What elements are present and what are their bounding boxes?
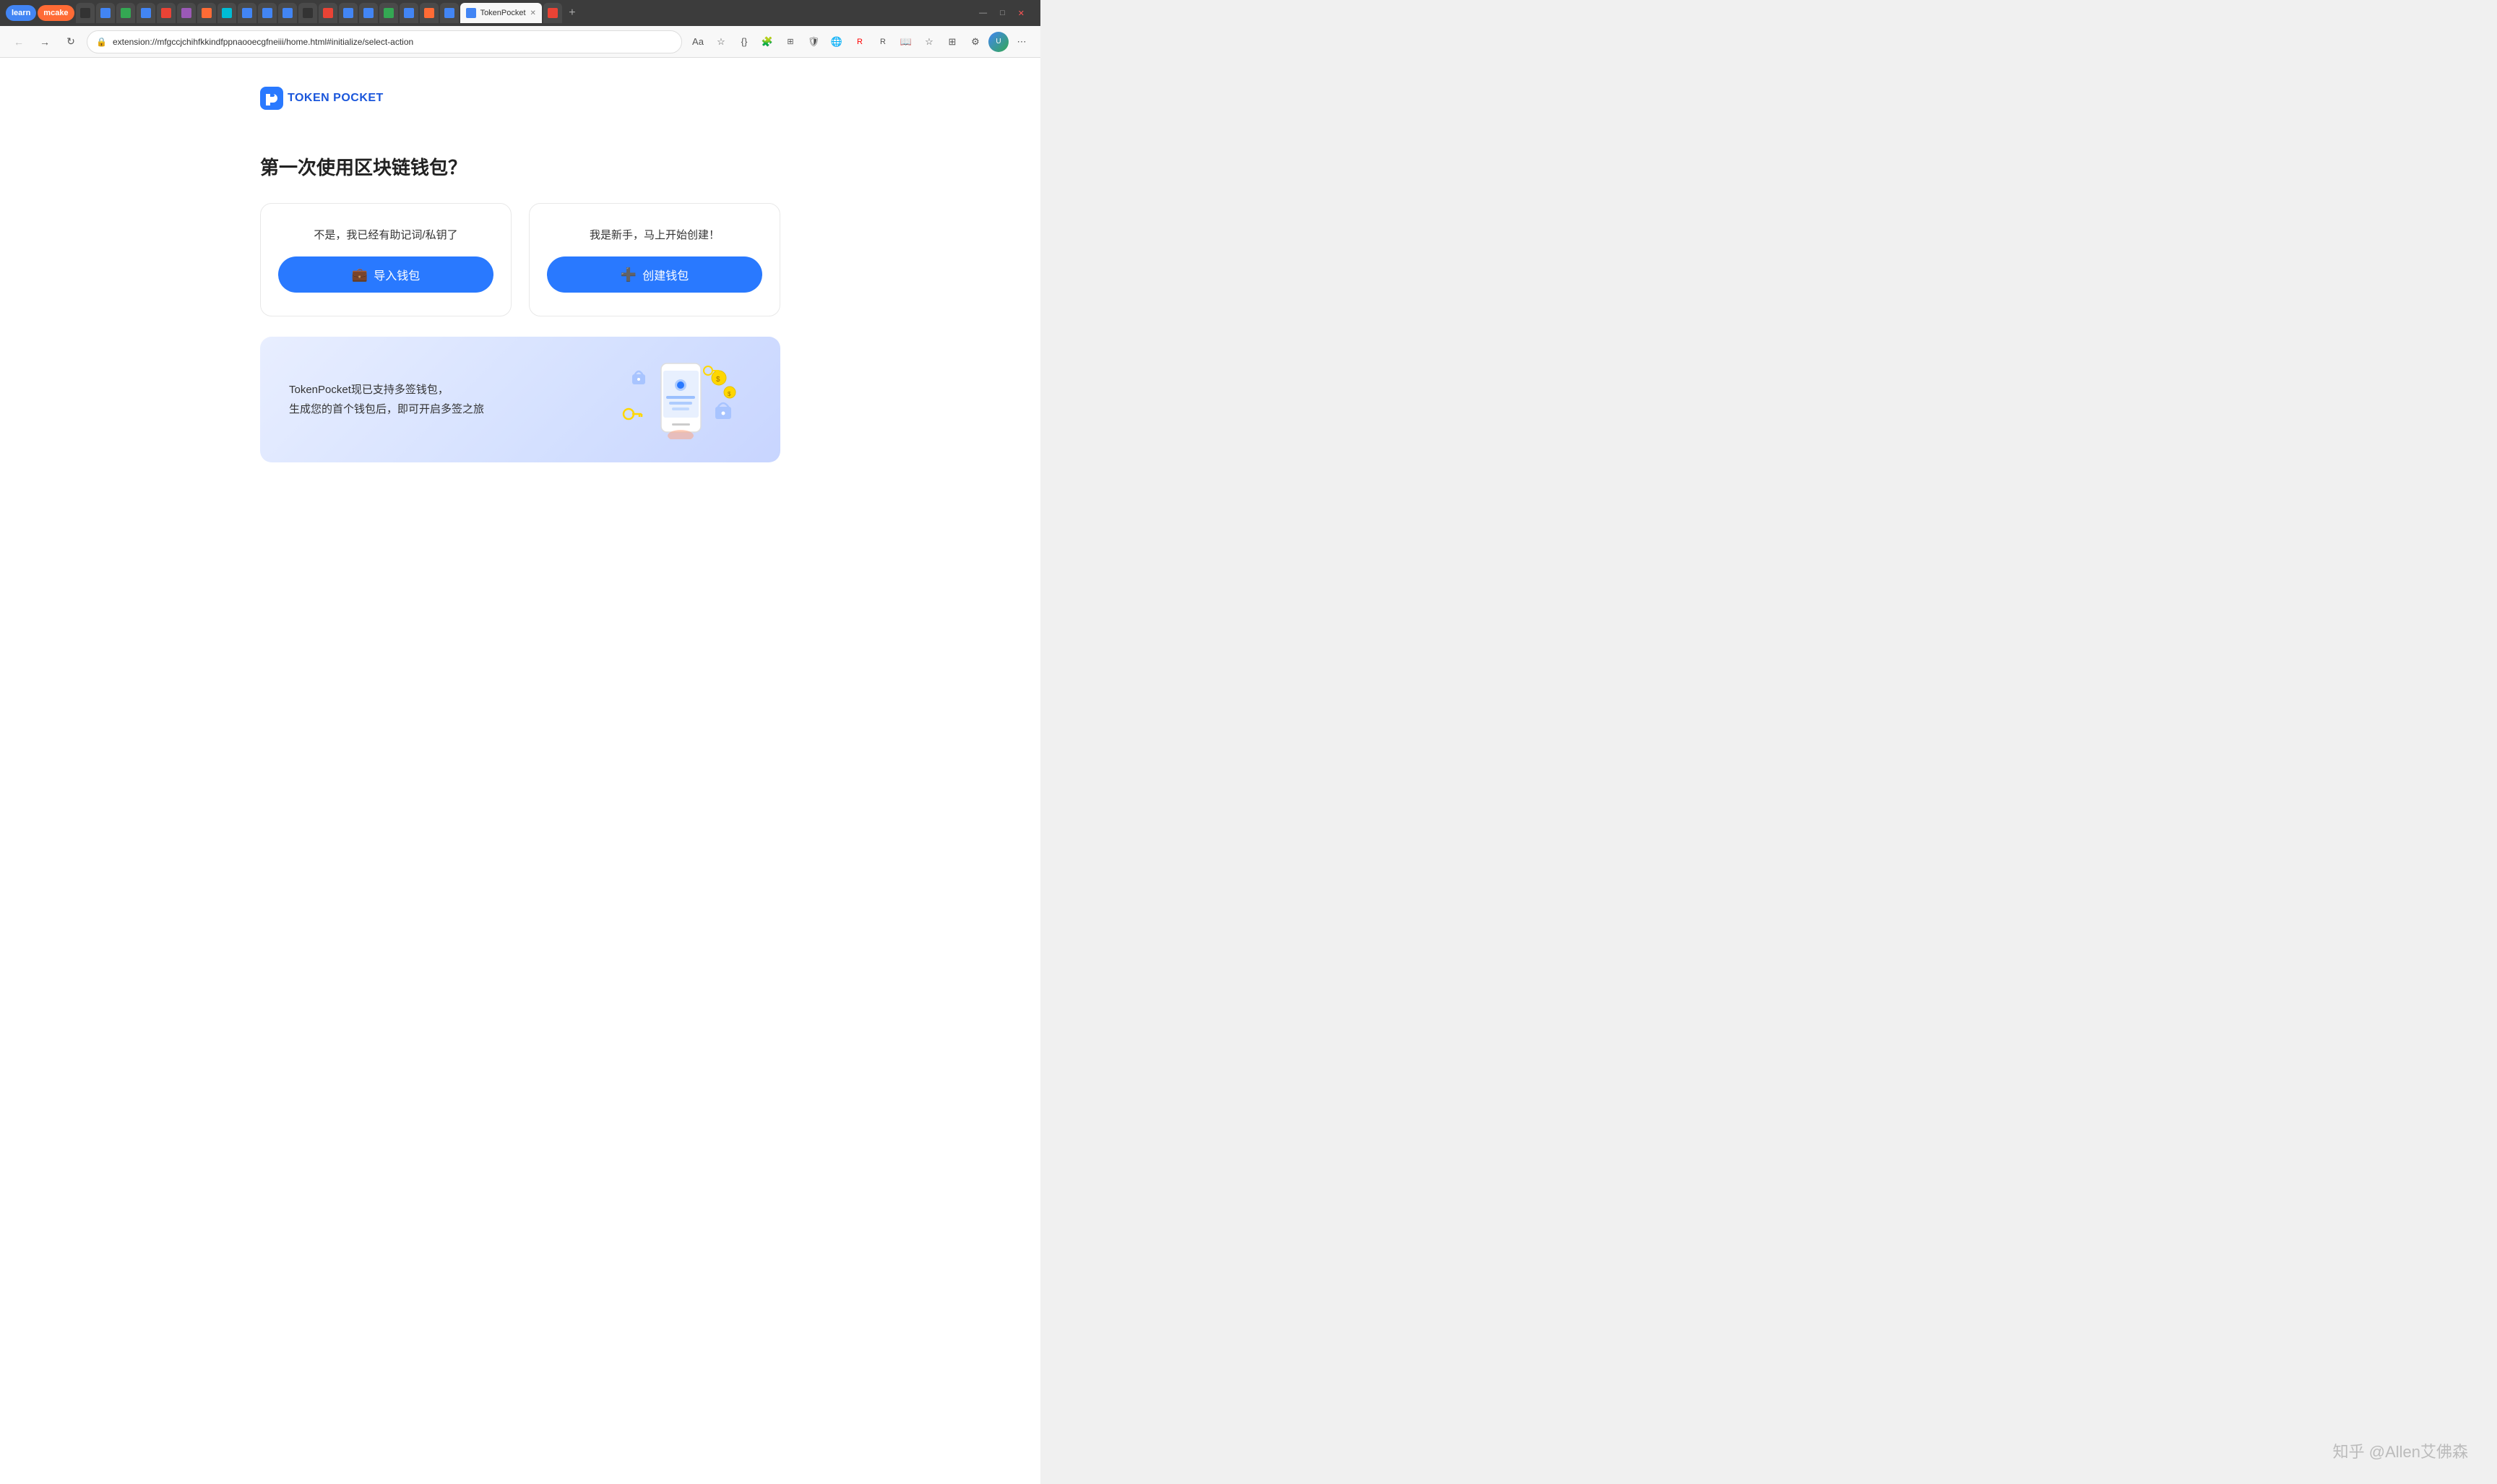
page-content: TOKEN POCKET 第一次使用区块链钱包？ 不是，我已经有助记词/私钥了 … [0, 58, 1040, 1484]
reader-view-button[interactable]: 📖 [896, 32, 916, 52]
create-card-subtitle: 我是新手，马上开始创建！ [590, 227, 720, 242]
tab-close-icon[interactable]: ✕ [530, 9, 536, 17]
window-controls: — □ ✕ [975, 7, 1035, 20]
tab-mcake-label: mcake [43, 9, 68, 17]
import-wallet-button[interactable]: 💼 导入钱包 [278, 256, 493, 293]
extensions-button[interactable]: 🧩 [757, 32, 777, 52]
tab-10[interactable] [238, 3, 256, 23]
ext-red-button[interactable]: R [850, 32, 870, 52]
security-icon: 🔒 [96, 37, 107, 47]
address-text: extension://mfgccjchihfkkindfppnaooecgfn… [113, 37, 673, 47]
favorites-button[interactable]: ☆ [919, 32, 939, 52]
import-wallet-icon: 💼 [352, 267, 368, 282]
banner-illustration: $ $ [607, 360, 751, 439]
tab-19[interactable] [420, 3, 439, 23]
tab-bar: learn mcake TokenPocket ✕ [0, 0, 1040, 26]
tab-tokenpocket-label: TokenPocket [480, 9, 526, 17]
collections-button[interactable]: ⊞ [942, 32, 962, 52]
svg-text:$: $ [716, 376, 720, 384]
tab-6[interactable] [157, 3, 176, 23]
tab-17[interactable] [379, 3, 398, 23]
watermark: 知乎 @Allen艾佛森 [2333, 1439, 2468, 1462]
page-title: 第一次使用区块链钱包？ [260, 153, 780, 180]
tab-learn-label: learn [12, 9, 30, 17]
tab-3[interactable] [96, 3, 115, 23]
tab-tokenpocket-favicon [466, 8, 476, 18]
translate-button[interactable]: 🌐 [827, 32, 847, 52]
tab-tokenpocket[interactable]: TokenPocket ✕ [460, 3, 542, 23]
create-wallet-button[interactable]: ➕ 创建钱包 [547, 256, 762, 293]
tp-logo: TOKEN POCKET [260, 87, 384, 110]
ext-btn-2[interactable]: ⊞ [780, 32, 801, 52]
import-card-subtitle: 不是，我已经有助记词/私钥了 [314, 227, 457, 242]
tab-13[interactable] [298, 3, 317, 23]
minimize-button[interactable]: — [975, 7, 991, 19]
tab-5[interactable] [137, 3, 155, 23]
devtools-button[interactable]: {} [734, 32, 754, 52]
settings-button[interactable]: ⚙ [965, 32, 986, 52]
tab-16[interactable] [359, 3, 378, 23]
browser-chrome: learn mcake TokenPocket ✕ [0, 0, 1040, 58]
more-button[interactable]: ⋯ [1012, 32, 1032, 52]
tab-extra1[interactable] [543, 3, 562, 23]
multi-sig-banner[interactable]: TokenPocket现已支持多签钱包， 生成您的首个钱包后，即可开启多签之旅 [260, 337, 780, 462]
tab-4[interactable] [116, 3, 135, 23]
tab-20[interactable] [440, 3, 459, 23]
reader-mode-button[interactable]: Aa [688, 32, 708, 52]
multi-sig-illustration: $ $ [614, 360, 744, 439]
tab-2[interactable] [76, 3, 95, 23]
tab-15[interactable] [339, 3, 358, 23]
create-wallet-label: 创建钱包 [642, 266, 689, 283]
import-wallet-card[interactable]: 不是，我已经有助记词/私钥了 💼 导入钱包 [260, 203, 512, 316]
reload-button[interactable]: ↻ [61, 32, 81, 52]
toolbar: ← → ↻ 🔒 extension://mfgccjchihfkkindfppn… [0, 26, 1040, 58]
profile-avatar-button[interactable]: U [988, 32, 1009, 52]
ext-r2-button[interactable]: R [873, 32, 893, 52]
tab-mcake[interactable]: mcake [38, 5, 74, 21]
logo-area: TOKEN POCKET [260, 87, 780, 110]
tab-11[interactable] [258, 3, 277, 23]
forward-button[interactable]: → [35, 32, 55, 52]
banner-text: TokenPocket现已支持多签钱包， 生成您的首个钱包后，即可开启多签之旅 [289, 380, 484, 419]
create-wallet-icon: ➕ [621, 267, 637, 282]
tab-8[interactable] [197, 3, 216, 23]
maximize-button[interactable]: □ [996, 7, 1009, 19]
toolbar-icons: Aa ☆ {} 🧩 ⊞ 🛡 🌐 R R 📖 ☆ ⊞ ⚙ U ⋯ [688, 32, 1032, 52]
tp-logo-icon [260, 87, 283, 110]
svg-text:$: $ [728, 391, 731, 397]
close-button[interactable]: ✕ [1014, 7, 1029, 20]
tab-18[interactable] [400, 3, 418, 23]
back-button[interactable]: ← [9, 32, 29, 52]
container: TOKEN POCKET 第一次使用区块链钱包？ 不是，我已经有助记词/私钥了 … [246, 87, 795, 462]
tab-12[interactable] [278, 3, 297, 23]
shield-button[interactable]: 🛡 [803, 32, 824, 52]
import-wallet-label: 导入钱包 [374, 266, 420, 283]
tab-14[interactable] [319, 3, 337, 23]
new-tab-button[interactable]: + [564, 4, 581, 22]
bookmark-star-button[interactable]: ☆ [711, 32, 731, 52]
card-row: 不是，我已经有助记词/私钥了 💼 导入钱包 我是新手，马上开始创建！ ➕ 创建钱… [260, 203, 780, 316]
tp-logo-text: TOKEN POCKET [288, 92, 384, 105]
create-wallet-card[interactable]: 我是新手，马上开始创建！ ➕ 创建钱包 [529, 203, 780, 316]
tab-learn[interactable]: learn [6, 5, 36, 21]
tab-9[interactable] [217, 3, 236, 23]
address-bar[interactable]: 🔒 extension://mfgccjchihfkkindfppnaooecg… [87, 30, 682, 53]
tab-7[interactable] [177, 3, 196, 23]
